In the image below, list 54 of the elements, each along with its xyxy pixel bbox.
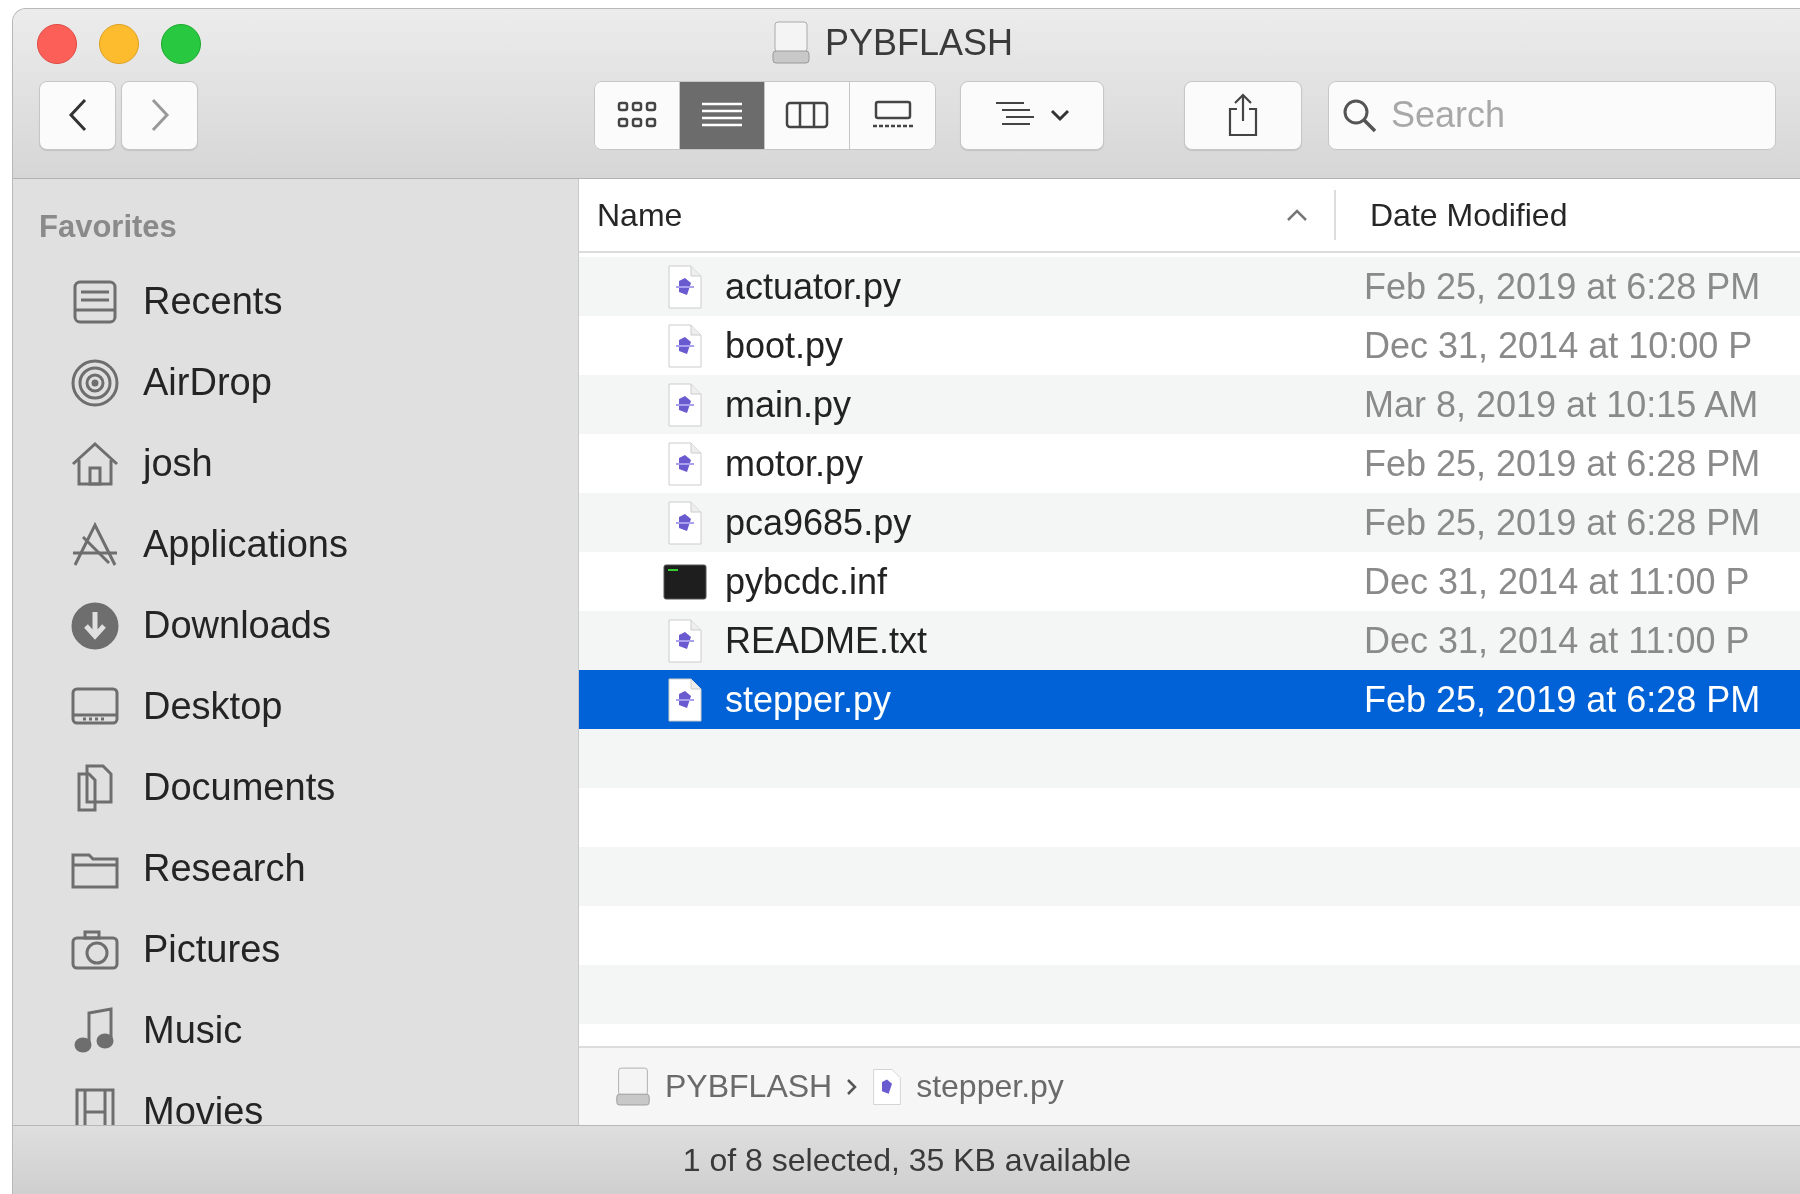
file-name: README.txt	[725, 619, 928, 662]
status-text: 1 of 8 selected, 35 KB available	[682, 1142, 1132, 1179]
share-button[interactable]	[1184, 80, 1302, 150]
search-icon	[1342, 97, 1378, 134]
list-view-button[interactable]	[680, 81, 765, 149]
date-modified: Dec 31, 2014 at 10:00 P	[1363, 324, 1753, 367]
drive-icon	[615, 1066, 651, 1107]
sidebar-item[interactable]: Music	[13, 990, 578, 1071]
file-name: actuator.py	[725, 265, 902, 308]
gallery-icon	[872, 100, 913, 130]
caret-icon	[1050, 108, 1070, 122]
column-header[interactable]: Name	[579, 190, 1336, 240]
sidebar-item[interactable]: josh	[13, 423, 578, 504]
columns-icon	[785, 100, 829, 130]
terminal-file-icon	[663, 563, 707, 600]
back-chevron-icon	[66, 97, 89, 133]
date-modified: Feb 25, 2019 at 6:28 PM	[1363, 501, 1761, 544]
drive-icon	[771, 21, 811, 65]
search-field[interactable]: Search	[1328, 80, 1776, 150]
date-modified: Mar 8, 2019 at 10:15 AM	[1363, 383, 1759, 426]
sidebar-heading: Favorites	[38, 209, 178, 246]
date-modified: Feb 25, 2019 at 6:28 PM	[1363, 678, 1761, 721]
sidebar-item[interactable]: Movies	[13, 1071, 578, 1125]
file-name: boot.py	[725, 324, 844, 367]
sidebar-item[interactable]: Pictures	[13, 909, 578, 990]
window-title: PYBFLASH	[825, 22, 1014, 64]
close-icon[interactable]	[37, 24, 77, 64]
file-name: stepper.py	[725, 678, 892, 721]
group-button[interactable]	[960, 80, 1104, 150]
chevron-icon	[846, 1077, 859, 1096]
sidebar-item[interactable]: Applications	[13, 504, 578, 585]
path-item[interactable]: stepper.py	[872, 1067, 1064, 1106]
file-name: motor.py	[725, 442, 864, 485]
date-modified: Dec 31, 2014 at 11:00 P	[1363, 560, 1750, 603]
file-name: pca9685.py	[725, 501, 912, 544]
icon-view-button[interactable]	[595, 81, 680, 149]
sidebar-item[interactable]: Downloads	[13, 585, 578, 666]
file-name: pybcdc.inf	[725, 560, 888, 603]
file-row[interactable]: stepper.py Feb 25, 2019 at 6:28 PM	[579, 670, 1800, 729]
date-modified: Dec 31, 2014 at 11:00 P	[1363, 619, 1750, 662]
file-name: main.py	[725, 383, 852, 426]
sidebar-item[interactable]: Desktop	[13, 666, 578, 747]
sidebar-item[interactable]: Recents	[13, 261, 578, 342]
sidebar-item[interactable]: AirDrop	[13, 342, 578, 423]
python-file-icon	[872, 1067, 903, 1106]
sidebar-item[interactable]: Research	[13, 828, 578, 909]
sidebar-item[interactable]: Documents	[13, 747, 578, 828]
date-modified: Feb 25, 2019 at 6:28 PM	[1363, 442, 1761, 485]
column-header[interactable]: Date Modified	[1336, 196, 1568, 234]
path-item[interactable]: PYBFLASH	[615, 1066, 833, 1107]
date-modified: Feb 25, 2019 at 6:28 PM	[1363, 265, 1761, 308]
back-button[interactable]	[39, 80, 116, 150]
grid-icon	[617, 100, 657, 130]
share-icon	[1226, 93, 1260, 137]
